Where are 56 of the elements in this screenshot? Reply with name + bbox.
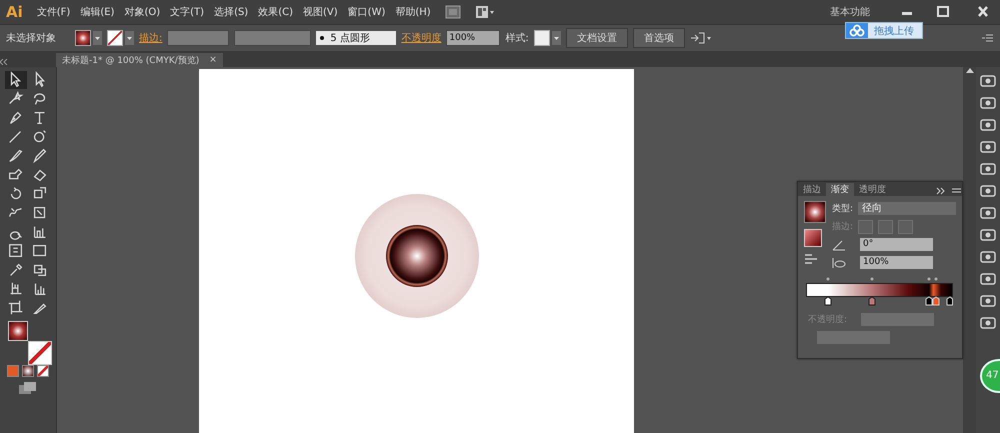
menu-item[interactable]: 帮助(H) xyxy=(395,5,431,19)
menu-item[interactable]: 效果(C) xyxy=(258,5,294,19)
screen-mode-icon[interactable] xyxy=(18,381,38,395)
gradient-slider-drawing[interactable] xyxy=(806,277,953,307)
type-label: 类型: xyxy=(832,202,854,215)
tab-close[interactable]: × xyxy=(209,55,217,65)
reverse-gradient-icon[interactable] xyxy=(804,253,818,265)
brush-dropdown[interactable]: 5 点圆形 xyxy=(316,31,396,45)
tool-icon[interactable] xyxy=(5,71,27,89)
selection-status: 未选择对象 xyxy=(6,32,57,45)
color-mode-icon[interactable] xyxy=(7,365,19,377)
toolbar-button[interactable]: 首选项 xyxy=(632,28,685,48)
cloud-icon xyxy=(846,23,868,38)
menu-item[interactable]: 文字(T) xyxy=(170,5,204,19)
panel-tab[interactable]: 渐变 xyxy=(826,183,854,196)
panel-tab[interactable]: 描边 xyxy=(798,183,826,196)
fill-color-swatch[interactable] xyxy=(8,321,28,341)
stroke-color-swatch[interactable] xyxy=(28,341,52,365)
panel-menu-icon[interactable] xyxy=(982,33,994,43)
gradient-mode-icon[interactable] xyxy=(22,365,34,377)
workspace-switcher[interactable]: 基本功能 xyxy=(830,5,870,19)
document-tab[interactable]: 未标题-1* @ 100% (CMYK/预览) × xyxy=(56,53,223,67)
vertical-scrollbar[interactable] xyxy=(963,67,976,433)
stroke-link[interactable]: 描边: xyxy=(139,31,162,45)
menu-item[interactable]: 文件(F) xyxy=(36,5,70,19)
bridge-icon[interactable] xyxy=(444,5,461,19)
angle-icon xyxy=(832,238,846,250)
opacity-field[interactable]: 100% xyxy=(446,30,500,46)
arrange-icon[interactable] xyxy=(690,31,712,45)
fill-swatch[interactable] xyxy=(75,30,102,46)
type-dropdown[interactable]: 径向 xyxy=(858,202,956,215)
style-swatch[interactable] xyxy=(534,30,561,46)
none-mode-icon[interactable] xyxy=(37,365,49,377)
app-logo: Ai xyxy=(6,3,23,21)
panel-menu-icon[interactable] xyxy=(936,186,962,196)
angle-field[interactable]: 0° xyxy=(860,238,933,251)
fill-stroke-swatch[interactable] xyxy=(804,229,822,247)
gradient-preview-swatch[interactable] xyxy=(804,201,826,223)
layout-icon[interactable] xyxy=(474,5,495,19)
menu-item[interactable]: 选择(S) xyxy=(214,5,248,19)
menu-item[interactable]: 编辑(E) xyxy=(80,5,114,19)
stroke-swatch[interactable] xyxy=(107,30,134,46)
opacity-link[interactable]: 不透明度 xyxy=(401,31,442,45)
collapse-icon[interactable] xyxy=(0,59,8,65)
opacity-field[interactable] xyxy=(861,313,934,326)
style-label: 样式: xyxy=(505,32,529,45)
stroke-weight-field[interactable] xyxy=(167,30,230,46)
menu-item[interactable]: 窗口(W) xyxy=(348,5,386,19)
aspect-ratio-icon xyxy=(832,256,846,268)
menu-item[interactable]: 视图(V) xyxy=(303,5,338,19)
menu-item[interactable]: 对象(O) xyxy=(124,5,160,19)
panel-tab[interactable]: 透明度 xyxy=(854,183,891,196)
aspect-ratio-field[interactable]: 100% xyxy=(860,256,933,269)
upload-label: 拖拽上传 xyxy=(874,24,914,38)
toolbar-button[interactable]: 文档设置 xyxy=(566,28,628,48)
location-field[interactable] xyxy=(817,331,890,344)
